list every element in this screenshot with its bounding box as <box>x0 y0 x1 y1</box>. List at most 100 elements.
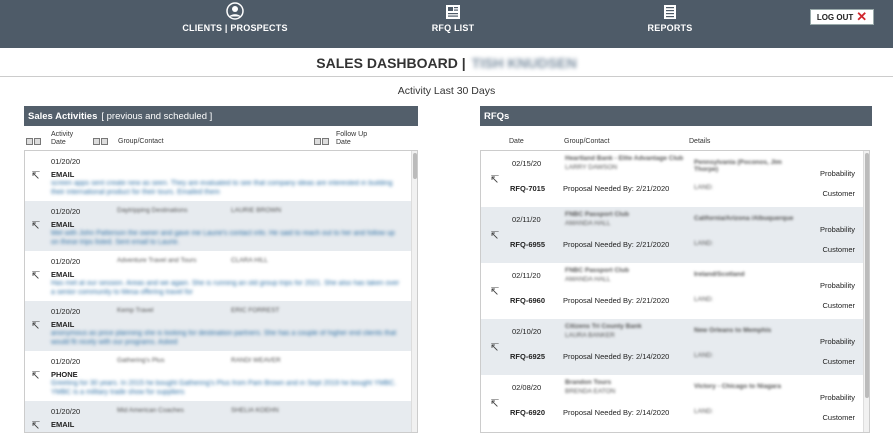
col-rfq-group: Group/Contact <box>564 138 610 145</box>
activity-group: Mid American Coaches <box>117 407 184 414</box>
activities-column-header: Activity Date Group/Contact Follow Up Da… <box>26 131 416 149</box>
rfq-number[interactable]: RFQ-6960 <box>510 296 545 305</box>
activity-date: 01/20/20 <box>51 257 81 266</box>
activity-row[interactable]: 01/20/20 Daytripping Destinations LAURIE B… <box>25 201 417 251</box>
rfq-contact: AMANDA HALL <box>565 220 611 227</box>
activity-group: Adventure Travel and Tours <box>117 257 197 264</box>
arrow-up-left-icon[interactable]: ↸ <box>31 219 40 232</box>
rfq-scroll-thumb[interactable] <box>865 153 869 398</box>
col-rfq-date: Date <box>509 138 524 145</box>
nav-rfq-list[interactable]: RFQ LIST <box>418 0 488 48</box>
rfq-number[interactable]: RFQ-6925 <box>510 352 545 361</box>
activity-row[interactable]: 01/20/20 ↸ EMAIL screen apps sent create ne… <box>25 151 417 201</box>
arrow-up-left-icon[interactable]: ↸ <box>490 173 499 186</box>
rfq-column-header: Date Group/Contact Details <box>480 138 872 148</box>
rfq-row[interactable]: 02/10/20 Citizens Tri County Bank LAURA BA… <box>481 319 869 375</box>
rfq-needed-by: Proposal Needed By: 2/21/2020 <box>563 240 670 249</box>
activity-group: Daytripping Destinations <box>117 207 188 214</box>
arrow-up-left-icon[interactable]: ↸ <box>31 269 40 282</box>
rfq-list[interactable]: 02/15/20 Heartland Bank - Elite Advantage… <box>480 150 870 433</box>
activity-contact: SHELIA KOEHN <box>231 407 279 414</box>
sales-activities-header: Sales Activities [ previous and schedule… <box>24 106 418 126</box>
rfq-row[interactable]: 02/11/20 FNBC Passport Club AMANDA HALL Ire… <box>481 263 869 319</box>
sort-activity-date-icon[interactable] <box>26 138 42 145</box>
activity-row[interactable]: 01/20/20 Adventure Travel and Tours CLARA … <box>25 251 417 301</box>
rfq-number[interactable]: RFQ-6920 <box>510 408 545 417</box>
rfq-group: Brandon Tours <box>565 379 612 386</box>
rfq-date: 02/15/20 <box>512 159 542 168</box>
activity-type: PHONE <box>51 370 78 379</box>
sales-activities-subtitle: [ previous and scheduled ] <box>101 110 213 122</box>
activity-type: EMAIL <box>51 420 75 429</box>
arrow-up-left-icon[interactable]: ↸ <box>490 285 499 298</box>
activity-type: EMAIL <box>51 220 75 229</box>
activity-date: 01/20/20 <box>51 407 81 416</box>
rfq-details: California/Arizona /Albuquerque <box>694 215 794 222</box>
rfq-scrollbar[interactable] <box>863 151 869 432</box>
rfq-date: 02/11/20 <box>512 215 541 224</box>
close-icon: ✕ <box>856 9 868 24</box>
arrow-up-left-icon[interactable]: ↸ <box>31 369 40 382</box>
nav-reports-label: REPORTS <box>647 23 693 33</box>
nav-clients-prospects[interactable]: CLIENTS | PROSPECTS <box>180 0 290 48</box>
rfq-probability-label: Probability <box>819 281 855 290</box>
activity-note: anonymous as price planning she is looki… <box>51 330 397 346</box>
activity-type: EMAIL <box>51 170 75 179</box>
rfq-number[interactable]: RFQ-6955 <box>510 240 545 249</box>
rfq-land: LAND: <box>694 184 714 191</box>
arrow-up-left-icon[interactable]: ↸ <box>31 319 40 332</box>
rfq-group: FNBC Passport Club <box>565 211 629 218</box>
activity-range-label: Activity Last 30 Days <box>397 85 496 97</box>
logout-label: LOG OUT <box>816 12 854 22</box>
rfq-date: 02/08/20 <box>512 383 542 392</box>
rfq-customer-label: Customer <box>822 189 855 198</box>
rfq-land: LAND: <box>694 352 714 359</box>
rfq-contact: BRENDA EATON <box>565 388 616 395</box>
rfq-needed-by: Proposal Needed By: 2/14/2020 <box>563 408 670 417</box>
col-group-contact: Group/Contact <box>118 138 164 145</box>
arrow-up-left-icon[interactable]: ↸ <box>490 397 499 410</box>
activity-row[interactable]: 01/20/20 Mid American Coaches SHELIA KOEHN… <box>25 401 417 432</box>
rfq-group: FNBC Passport Club <box>565 267 629 274</box>
rfq-group: Heartland Bank - Elite Advantage Club <box>565 155 684 162</box>
rfq-needed-by: Proposal Needed By: 2/21/2020 <box>563 184 670 193</box>
user-icon <box>226 2 244 20</box>
sort-followup-icon[interactable] <box>314 138 330 145</box>
rfq-needed-by: Proposal Needed By: 2/14/2020 <box>563 352 670 361</box>
col-rfq-details: Details <box>689 138 711 145</box>
activity-contact: CLARA HILL <box>231 257 268 264</box>
rfq-row[interactable]: 02/11/20 FNBC Passport Club AMANDA HALL Cal… <box>481 207 869 263</box>
activity-type: EMAIL <box>51 320 75 329</box>
sort-group-icon[interactable] <box>93 138 109 145</box>
arrow-up-left-icon[interactable]: ↸ <box>31 419 40 432</box>
activities-scroll-thumb[interactable] <box>413 153 417 179</box>
activity-type: EMAIL <box>51 270 75 279</box>
rfq-contact: AMANDA HALL <box>565 276 611 283</box>
arrow-up-left-icon[interactable]: ↸ <box>31 169 40 182</box>
rfq-date: 02/10/20 <box>512 327 542 336</box>
logout-button[interactable]: LOG OUT ✕ <box>810 9 874 25</box>
sales-activities-title: Sales Activities <box>28 110 98 122</box>
page-title: SALES DASHBOARD | TISH KNUDSEN <box>0 50 893 77</box>
rfq-land: LAND: <box>694 240 714 247</box>
nav-rfq-label: RFQ LIST <box>431 23 475 33</box>
activity-row[interactable]: 01/20/20 Kemp Travel ERIC FORREST ↸ EMAIL ano… <box>25 301 417 351</box>
rfq-row[interactable]: 02/15/20 Heartland Bank - Elite Advantage… <box>481 151 869 207</box>
activity-contact: ERIC FORREST <box>231 307 280 314</box>
activity-row[interactable]: 01/20/20 Gathering's Plus RANDI WEAVER ↸ PHO… <box>25 351 417 401</box>
rfq-row[interactable]: 02/08/20 Brandon Tours BRENDA EATON Victory… <box>481 375 869 431</box>
nav-reports[interactable]: REPORTS <box>640 0 700 48</box>
report-icon <box>663 2 677 20</box>
rfq-contact: LAURA BANKER <box>565 332 615 339</box>
rfq-land: LAND: <box>694 296 714 303</box>
arrow-up-left-icon[interactable]: ↸ <box>490 229 499 242</box>
activity-group: Kemp Travel <box>117 307 154 314</box>
activities-list[interactable]: 01/20/20 ↸ EMAIL screen apps sent create ne… <box>24 150 418 433</box>
rfq-customer-label: Customer <box>822 245 855 254</box>
activities-scrollbar[interactable] <box>411 151 417 432</box>
top-nav-bar: CLIENTS | PROSPECTS RFQ LIST REPORTS LOG… <box>0 0 893 48</box>
rfq-land: LAND: <box>694 408 714 415</box>
activity-note: Met with John Patterson the owner and ga… <box>51 230 395 246</box>
rfq-number[interactable]: RFQ-7015 <box>510 184 545 193</box>
arrow-up-left-icon[interactable]: ↸ <box>490 341 499 354</box>
